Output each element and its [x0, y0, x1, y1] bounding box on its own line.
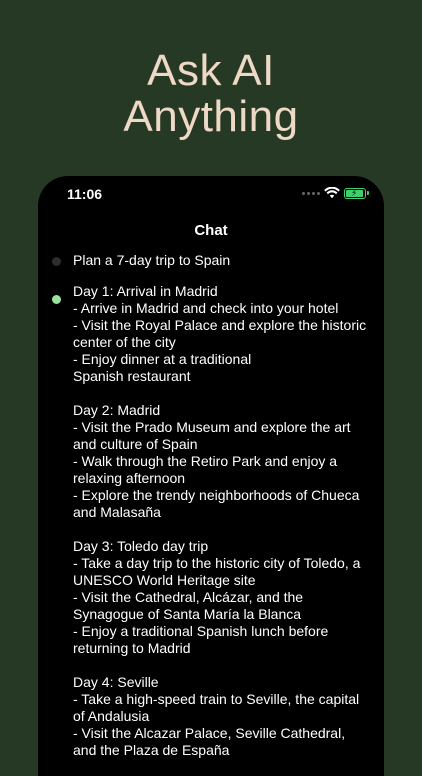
ai-line: and the Plaza de España	[73, 742, 230, 758]
user-message-text: Plan a 7-day trip to Spain	[73, 252, 231, 268]
promo-headline-line-2: Anything	[123, 92, 299, 141]
ai-paragraph-day-1: Day 1: Arrival in Madrid - Arrive in Mad…	[73, 283, 374, 385]
phone-screen: 11:06 ⚡ Chat Plan a 7-day trip to Spain	[38, 176, 384, 776]
ai-line: Spanish restaurant	[73, 368, 191, 384]
ai-line: - Visit the Alcazar Palace, Seville Cath…	[73, 725, 346, 741]
status-time: 11:06	[67, 186, 103, 202]
status-icons: ⚡	[302, 187, 369, 199]
ai-line: center of the city	[73, 334, 176, 350]
ai-message: Day 1: Arrival in Madrid - Arrive in Mad…	[38, 283, 384, 759]
ai-line: Day 2: Madrid	[73, 402, 161, 418]
signal-dots-icon	[302, 191, 320, 195]
user-message: Plan a 7-day trip to Spain	[38, 252, 384, 269]
ai-line: - Take a day trip to the historic city o…	[73, 555, 361, 571]
ai-line: Day 3: Toledo day trip	[73, 538, 209, 554]
ai-line: - Visit the Prado Museum and explore the…	[73, 419, 351, 435]
ai-line: - Visit the Royal Palace and explore the…	[73, 317, 367, 333]
ai-line: returning to Madrid	[73, 640, 191, 656]
ai-line: - Arrive in Madrid and check into your h…	[73, 300, 339, 316]
promo-headline-line-1: Ask AI	[147, 46, 275, 95]
page-title: Chat	[194, 222, 228, 239]
ai-paragraph-day-2: Day 2: Madrid - Visit the Prado Museum a…	[73, 402, 374, 521]
promo-headline: Ask AI Anything	[0, 48, 422, 140]
status-bar: 11:06 ⚡	[38, 176, 384, 216]
ai-line: UNESCO World Heritage site	[73, 572, 256, 588]
ai-paragraph-day-3: Day 3: Toledo day trip - Take a day trip…	[73, 538, 374, 657]
ai-paragraph-day-4: Day 4: Seville - Take a high-speed train…	[73, 674, 374, 759]
ai-line: - Enjoy a traditional Spanish lunch befo…	[73, 623, 329, 639]
user-indicator-icon	[52, 257, 61, 266]
ai-line: - Take a high-speed train to Seville, th…	[73, 691, 360, 707]
chat-messages: Plan a 7-day trip to Spain Day 1: Arriva…	[38, 252, 384, 776]
ai-line: of Andalusia	[73, 708, 150, 724]
ai-line: - Enjoy dinner at a traditional	[73, 351, 252, 367]
ai-line: - Explore the trendy neighborhoods of Ch…	[73, 487, 360, 503]
ai-line: Day 1: Arrival in Madrid	[73, 283, 218, 299]
ai-line: relaxing afternoon	[73, 470, 186, 486]
ai-line: - Walk through the Retiro Park and enjoy…	[73, 453, 338, 469]
ai-line: and Malasaña	[73, 504, 161, 520]
ai-line: Synagogue of Santa María la Blanca	[73, 606, 302, 622]
battery-charging-icon: ⚡	[344, 187, 369, 199]
ai-line: - Visit the Cathedral, Alcázar, and the	[73, 589, 304, 605]
ai-indicator-icon	[52, 295, 61, 304]
ai-line: and culture of Spain	[73, 436, 198, 452]
wifi-icon	[324, 187, 340, 199]
ai-line: Day 4: Seville	[73, 674, 159, 690]
